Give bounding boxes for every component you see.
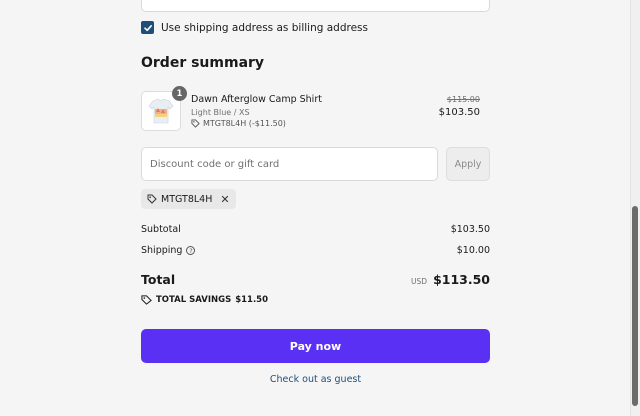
total-savings: TOTAL SAVINGS $11.50 — [141, 294, 268, 305]
tag-icon — [147, 194, 157, 204]
tag-icon — [141, 295, 152, 305]
product-discount-label: MTGT8L4H (-$11.50) — [203, 119, 286, 128]
applied-discount-chip: MTGT8L4H ✕ — [141, 189, 236, 209]
billing-same-as-shipping[interactable]: Use shipping address as billing address — [141, 21, 368, 34]
product-variant: Light Blue / XS — [191, 108, 250, 117]
question-icon[interactable]: ? — [186, 246, 196, 255]
discount-code-input[interactable] — [141, 147, 438, 181]
applied-discount-code: MTGT8L4H — [161, 193, 213, 205]
tag-icon — [191, 119, 200, 128]
product-price: $103.50 — [438, 107, 480, 118]
total-value: $113.50 — [433, 272, 490, 287]
total-savings-value: $11.50 — [235, 294, 269, 305]
subtotal-value: $103.50 — [450, 224, 490, 235]
pay-now-button[interactable]: Pay now — [141, 329, 490, 363]
total-savings-label: TOTAL SAVINGS — [156, 294, 232, 305]
order-summary-title: Order summary — [141, 55, 265, 71]
scrollbar-thumb[interactable] — [632, 206, 638, 406]
checkmark-icon — [143, 24, 152, 31]
shipping-row: Shipping ? $10.00 — [141, 245, 490, 256]
billing-checkbox-label: Use shipping address as billing address — [161, 21, 368, 34]
shipping-value: $10.00 — [456, 245, 490, 256]
apply-button[interactable]: Apply — [446, 147, 490, 181]
remove-discount-icon[interactable]: ✕ — [220, 193, 229, 206]
shipping-label: Shipping — [141, 245, 183, 256]
checkout-as-guest-link[interactable]: Check out as guest — [141, 374, 490, 385]
quantity-badge: 1 — [172, 86, 187, 101]
product-name: Dawn Afterglow Camp Shirt — [191, 94, 322, 105]
product-original-price: $115.00 — [446, 95, 480, 104]
scrollbar[interactable] — [630, 0, 640, 416]
subtotal-row: Subtotal $103.50 — [141, 224, 490, 235]
subtotal-label: Subtotal — [141, 224, 181, 235]
billing-checkbox[interactable] — [141, 21, 154, 34]
previous-address-field[interactable] — [141, 0, 490, 12]
product-discount: MTGT8L4H (-$11.50) — [191, 119, 286, 128]
total-row: Total USD $113.50 — [141, 272, 490, 287]
checkout-panel: Use shipping address as billing address … — [0, 0, 630, 416]
currency-code: USD — [411, 277, 428, 286]
total-label: Total — [141, 272, 176, 287]
